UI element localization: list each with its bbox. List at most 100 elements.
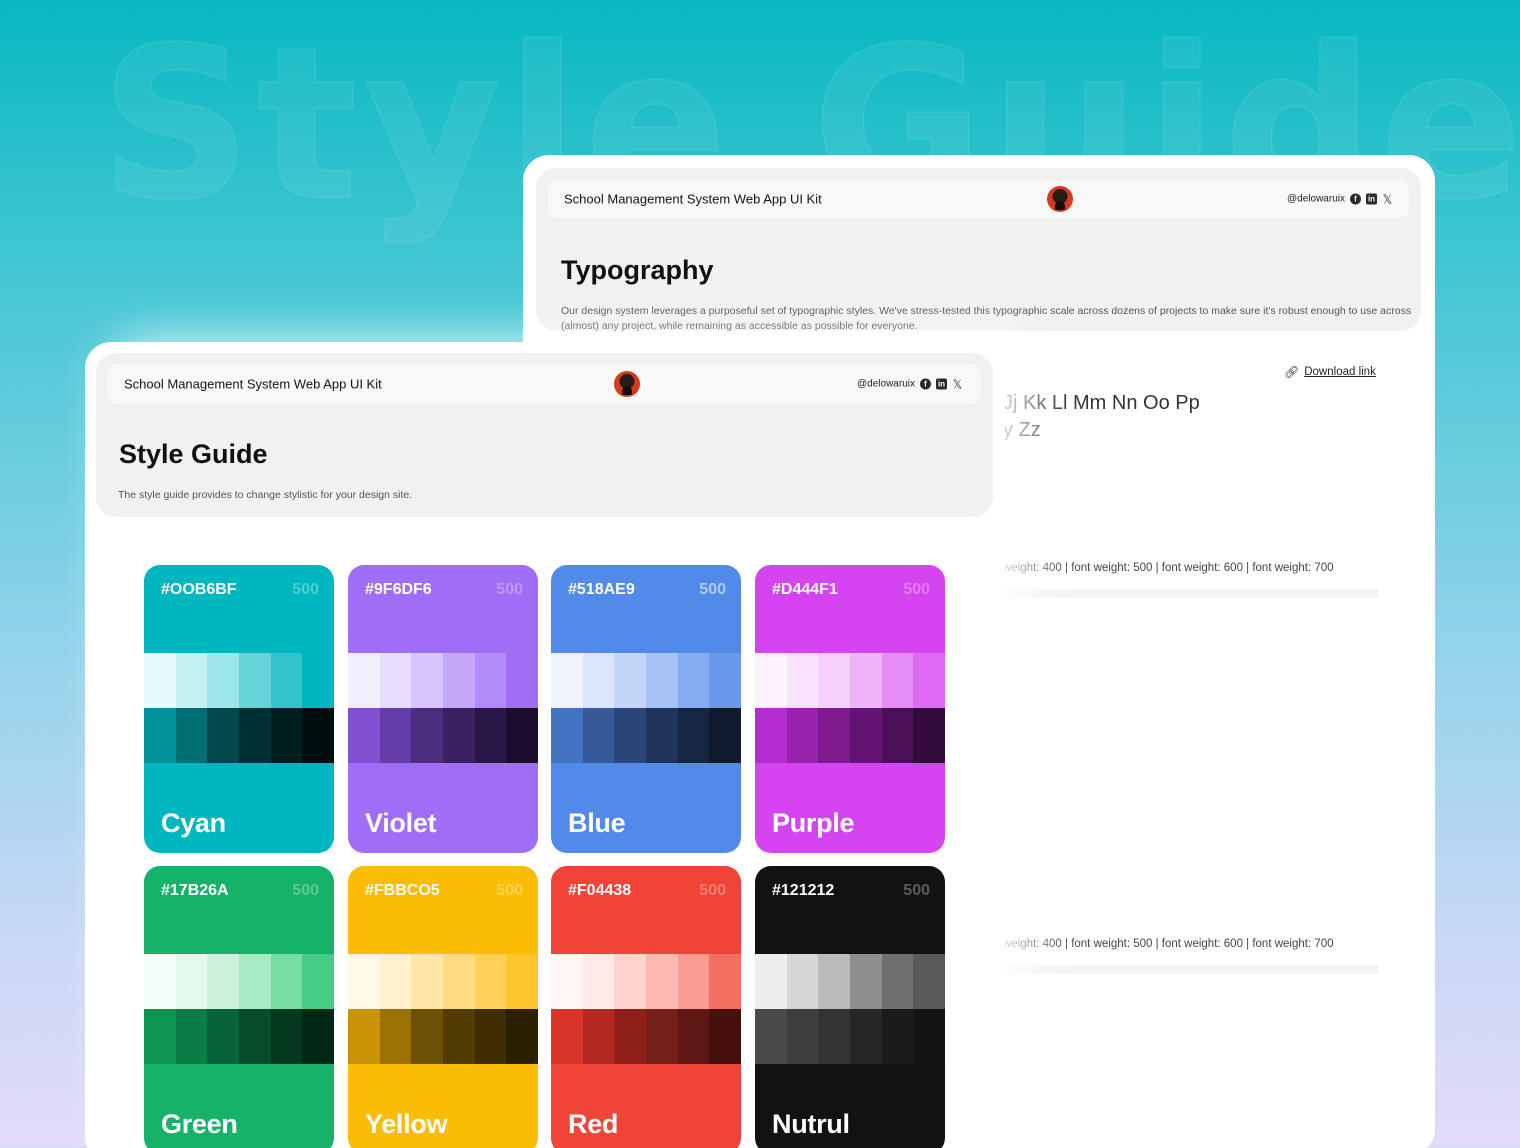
shade-dark-5[interactable] — [474, 708, 507, 763]
shade-light-6[interactable] — [709, 954, 741, 1009]
shade-dark-1[interactable] — [348, 1009, 380, 1064]
shade-light-1[interactable] — [551, 653, 583, 708]
shade-dark-3[interactable] — [411, 1009, 444, 1064]
shade-light-1[interactable] — [144, 954, 176, 1009]
shade-light-4[interactable] — [646, 954, 678, 1009]
shade-light-6[interactable] — [302, 954, 334, 1009]
x-icon[interactable]: 𝕏 — [1382, 193, 1393, 205]
shade-light-4[interactable] — [443, 653, 475, 708]
facebook-icon[interactable]: f — [920, 378, 931, 390]
shade-dark-6[interactable] — [709, 1009, 741, 1064]
shade-dark-1[interactable] — [755, 1009, 787, 1064]
shade-light-4[interactable] — [850, 954, 882, 1009]
shade-light-3[interactable] — [818, 954, 851, 1009]
color-swatch-cyan[interactable]: #OOB6BF 500 Cyan — [144, 565, 334, 853]
shade-light-4[interactable] — [850, 653, 882, 708]
shade-light-3[interactable] — [207, 954, 240, 1009]
shade-dark-1[interactable] — [348, 708, 380, 763]
shade-dark-6[interactable] — [506, 1009, 538, 1064]
shade-dark-6[interactable] — [302, 708, 334, 763]
shade-light-2[interactable] — [175, 954, 208, 1009]
shade-light-5[interactable] — [881, 954, 914, 1009]
shade-light-2[interactable] — [786, 954, 819, 1009]
shade-light-6[interactable] — [506, 653, 538, 708]
shade-dark-6[interactable] — [913, 708, 945, 763]
shade-dark-4[interactable] — [239, 1009, 271, 1064]
shade-dark-6[interactable] — [506, 708, 538, 763]
color-swatch-purple[interactable]: #D444F1 500 Purple — [755, 565, 945, 853]
shade-dark-4[interactable] — [646, 708, 678, 763]
shade-dark-4[interactable] — [443, 708, 475, 763]
shade-light-3[interactable] — [207, 653, 240, 708]
shade-light-6[interactable] — [302, 653, 334, 708]
shade-dark-5[interactable] — [677, 708, 710, 763]
color-swatch-violet[interactable]: #9F6DF6 500 Violet — [348, 565, 538, 853]
x-icon[interactable]: 𝕏 — [952, 378, 963, 390]
shade-dark-3[interactable] — [411, 708, 444, 763]
shade-light-2[interactable] — [379, 653, 412, 708]
shade-dark-1[interactable] — [144, 1009, 176, 1064]
shade-light-2[interactable] — [582, 954, 615, 1009]
shade-dark-5[interactable] — [474, 1009, 507, 1064]
shade-light-2[interactable] — [582, 653, 615, 708]
shade-dark-3[interactable] — [207, 708, 240, 763]
shade-light-3[interactable] — [411, 653, 444, 708]
shade-light-3[interactable] — [818, 653, 851, 708]
shade-light-2[interactable] — [379, 954, 412, 1009]
color-swatch-blue[interactable]: #518AE9 500 Blue — [551, 565, 741, 853]
shade-dark-1[interactable] — [144, 708, 176, 763]
shade-light-5[interactable] — [270, 653, 303, 708]
shade-dark-3[interactable] — [207, 1009, 240, 1064]
shade-dark-4[interactable] — [443, 1009, 475, 1064]
shade-light-1[interactable] — [348, 954, 380, 1009]
avatar[interactable] — [614, 371, 640, 397]
shade-dark-5[interactable] — [270, 1009, 303, 1064]
shade-dark-5[interactable] — [677, 1009, 710, 1064]
shade-light-1[interactable] — [755, 653, 787, 708]
shade-dark-2[interactable] — [786, 708, 819, 763]
shade-light-4[interactable] — [239, 653, 271, 708]
author-handle[interactable]: @delowaruix — [1287, 194, 1345, 205]
shade-dark-6[interactable] — [709, 708, 741, 763]
shade-light-1[interactable] — [755, 954, 787, 1009]
shade-dark-1[interactable] — [551, 1009, 583, 1064]
shade-dark-3[interactable] — [614, 1009, 647, 1064]
shade-light-5[interactable] — [881, 653, 914, 708]
color-swatch-nutrul[interactable]: #121212 500 Nutrul — [755, 866, 945, 1148]
color-swatch-green[interactable]: #17B26A 500 Green — [144, 866, 334, 1148]
shade-dark-4[interactable] — [850, 708, 882, 763]
shade-dark-2[interactable] — [582, 1009, 615, 1064]
shade-light-5[interactable] — [270, 954, 303, 1009]
shade-light-4[interactable] — [443, 954, 475, 1009]
shade-dark-4[interactable] — [646, 1009, 678, 1064]
facebook-icon[interactable]: f — [1350, 193, 1361, 205]
shade-light-4[interactable] — [646, 653, 678, 708]
author-handle[interactable]: @delowaruix — [857, 379, 915, 390]
shade-light-6[interactable] — [913, 653, 945, 708]
avatar[interactable] — [1047, 186, 1073, 212]
download-link[interactable]: 🔗︎ Download link — [1284, 365, 1376, 379]
shade-dark-2[interactable] — [582, 708, 615, 763]
shade-light-2[interactable] — [175, 653, 208, 708]
shade-dark-2[interactable] — [379, 1009, 412, 1064]
download-link-label[interactable]: Download link — [1304, 366, 1376, 378]
shade-dark-2[interactable] — [786, 1009, 819, 1064]
shade-dark-5[interactable] — [881, 708, 914, 763]
shade-light-1[interactable] — [551, 954, 583, 1009]
linkedin-icon[interactable]: in — [936, 378, 947, 390]
shade-dark-6[interactable] — [302, 1009, 334, 1064]
shade-light-6[interactable] — [506, 954, 538, 1009]
shade-light-5[interactable] — [474, 954, 507, 1009]
shade-light-3[interactable] — [614, 653, 647, 708]
shade-light-5[interactable] — [474, 653, 507, 708]
shade-light-1[interactable] — [144, 653, 176, 708]
shade-light-3[interactable] — [614, 954, 647, 1009]
shade-light-2[interactable] — [786, 653, 819, 708]
shade-light-5[interactable] — [677, 653, 710, 708]
shade-dark-5[interactable] — [881, 1009, 914, 1064]
shade-dark-5[interactable] — [270, 708, 303, 763]
shade-dark-1[interactable] — [755, 708, 787, 763]
shade-light-1[interactable] — [348, 653, 380, 708]
shade-dark-3[interactable] — [818, 1009, 851, 1064]
shade-dark-2[interactable] — [379, 708, 412, 763]
